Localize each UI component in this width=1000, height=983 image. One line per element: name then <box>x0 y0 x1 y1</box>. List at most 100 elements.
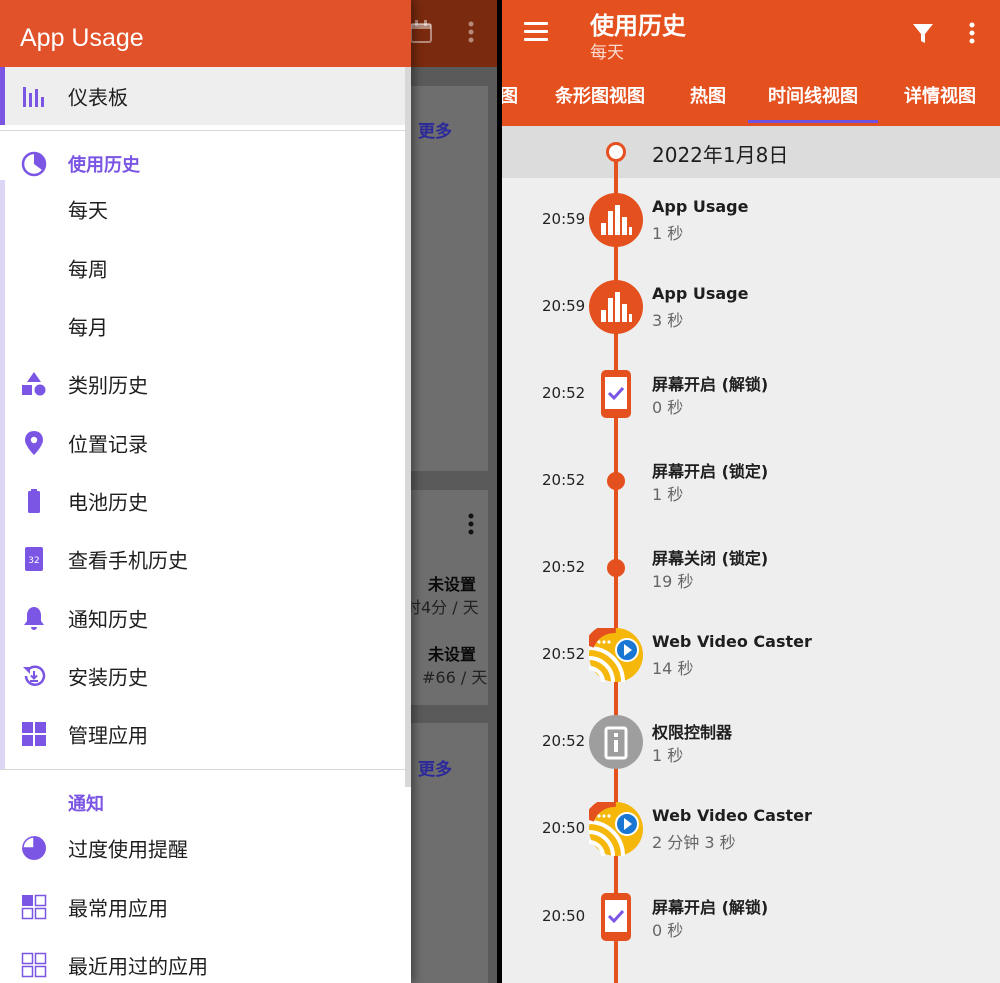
grid-mixed-icon <box>21 894 47 920</box>
navigation-drawer: App Usage 仪表板 使用历史 每天 每周 每月 类别历史 位置记录 电池… <box>0 0 411 983</box>
pie-clock-icon <box>21 151 47 177</box>
entry-duration: 2 分钟 3 秒 <box>652 833 736 852</box>
page-title: 使用历史 <box>590 12 686 40</box>
entry-duration: 14 秒 <box>652 659 694 678</box>
timeline-entry[interactable]: 20:52 Web Video Caster 14 秒 <box>502 615 1000 695</box>
app-bar: 使用历史 每天 图 条形图视图 热图 时间线视图 详情视图 <box>502 0 1000 126</box>
timeline-entry[interactable]: 20:50 Web Video Caster 2 分钟 3 秒 <box>502 789 1000 869</box>
location-pin-icon <box>25 431 43 455</box>
entry-duration: 3 秒 <box>652 311 684 330</box>
shapes-icon <box>22 372 46 396</box>
entry-name: 权限控制器 <box>652 723 733 742</box>
more-vert-icon <box>467 20 475 50</box>
app-usage-icon <box>589 280 643 334</box>
page-subtitle: 每天 <box>590 43 624 63</box>
history-install-icon <box>23 665 46 686</box>
timeline-dot <box>607 472 625 490</box>
more-vert-icon <box>467 513 475 539</box>
background-detail: #66 / 天 <box>422 668 488 687</box>
drawer-title: App Usage <box>20 24 144 52</box>
left-pane: 更多 未设置 时4分 / 天 未设置 #66 / 天 更多 App Usage … <box>0 0 497 983</box>
phone-check-icon <box>601 370 631 418</box>
drawer-item-label: 使用历史 <box>68 155 140 176</box>
entry-duration: 19 秒 <box>652 572 694 591</box>
section-header-label: 通知 <box>68 794 104 815</box>
background-card <box>411 86 488 471</box>
drawer-header: App Usage <box>0 0 411 67</box>
drawer-item-weekly[interactable]: 每周 <box>0 240 405 296</box>
entry-time: 20:52 <box>542 558 586 576</box>
drawer-item-label: 每周 <box>68 257 108 282</box>
view-tabs: 图 条形图视图 热图 时间线视图 详情视图 <box>502 78 1000 126</box>
drawer-item-install-history[interactable]: 安装历史 <box>0 648 405 704</box>
entry-name: Web Video Caster <box>652 632 812 651</box>
entry-time: 20:52 <box>542 732 586 750</box>
timeline-entry[interactable]: 20:59 App Usage 1 秒 <box>502 180 1000 260</box>
calendar-icon <box>410 20 432 50</box>
entry-duration: 0 秒 <box>652 921 684 940</box>
entry-name: 屏幕关闭 (锁定) <box>652 549 769 568</box>
entry-duration: 1 秒 <box>652 224 684 243</box>
tab-bar-chart-view[interactable]: 条形图视图 <box>555 78 645 126</box>
timeline-entry[interactable]: 20:52 屏幕开启 (锁定) 1 秒 <box>502 441 1000 521</box>
divider <box>0 769 405 770</box>
drawer-item-category-history[interactable]: 类别历史 <box>0 356 405 412</box>
entry-name: 屏幕开启 (锁定) <box>652 462 769 481</box>
battery-icon <box>28 489 40 513</box>
drawer-item-battery-history[interactable]: 电池历史 <box>0 473 405 529</box>
drawer-item-dashboard[interactable]: 仪表板 <box>0 67 405 125</box>
tab-timeline-view[interactable]: 时间线视图 <box>748 78 878 126</box>
entry-time: 20:59 <box>542 297 586 315</box>
drawer-item-label: 管理应用 <box>68 723 148 748</box>
entry-duration: 1 秒 <box>652 746 684 765</box>
drawer-item-monthly[interactable]: 每月 <box>0 298 405 354</box>
drawer-item-manage-apps[interactable]: 管理应用 <box>0 706 405 762</box>
entry-name: 屏幕开启 (解锁) <box>652 375 769 394</box>
background-value: 未设置 <box>428 645 477 664</box>
bar-chart-icon <box>23 87 44 107</box>
timeline-dot <box>607 559 625 577</box>
timeline-entry[interactable]: 20:52 屏幕开启 (解锁) 0 秒 <box>502 354 1000 434</box>
timeline-entry[interactable]: 20:59 App Usage 3 秒 <box>502 267 1000 347</box>
tab-detail-view[interactable]: 详情视图 <box>904 78 976 126</box>
menu-icon[interactable] <box>524 22 548 42</box>
drawer-item-label: 查看手机历史 <box>68 548 188 573</box>
drawer-item-recent-apps[interactable]: 最近用过的应用 <box>0 937 405 983</box>
permission-icon <box>589 715 643 769</box>
drawer-item-label: 类别历史 <box>68 373 148 398</box>
entry-duration: 1 秒 <box>652 485 684 504</box>
date-header: 2022年1月8日 <box>502 126 1000 178</box>
tab-heatmap[interactable]: 热图 <box>690 78 726 126</box>
more-vert-icon[interactable] <box>968 21 976 45</box>
drawer-item-notification-history[interactable]: 通知历史 <box>0 590 405 646</box>
filter-icon[interactable] <box>911 21 935 45</box>
right-pane: 使用历史 每天 图 条形图视图 热图 时间线视图 详情视图 2022年1月8日 … <box>502 0 1000 983</box>
calendar-32-icon: 32 <box>25 547 43 571</box>
entry-duration: 0 秒 <box>652 398 684 417</box>
timeline-entry[interactable]: 20:50 屏幕开启 (解锁) 0 秒 <box>502 877 1000 957</box>
drawer-item-label: 每月 <box>68 315 108 340</box>
drawer-item-phone-history[interactable]: 32 查看手机历史 <box>0 531 405 587</box>
timeline-entry[interactable]: 20:52 权限控制器 1 秒 <box>502 702 1000 782</box>
entry-time: 20:59 <box>542 210 586 228</box>
timeline-entry[interactable]: 20:52 屏幕关闭 (锁定) 19 秒 <box>502 528 1000 608</box>
drawer-item-label: 最常用应用 <box>68 896 168 921</box>
entry-time: 20:50 <box>542 819 586 837</box>
drawer-item-location-history[interactable]: 位置记录 <box>0 415 405 471</box>
grid-icon <box>22 722 46 746</box>
drawer-item-overuse-alert[interactable]: 过度使用提醒 <box>0 820 405 876</box>
drawer-scrollbar[interactable] <box>405 67 411 787</box>
drawer-item-label: 最近用过的应用 <box>68 954 208 979</box>
drawer-item-label: 电池历史 <box>68 490 148 515</box>
bell-icon <box>24 607 44 630</box>
timeline-date: 2022年1月8日 <box>652 143 789 167</box>
tab-chart[interactable]: 图 <box>502 78 518 126</box>
more-link: 更多 <box>418 122 452 142</box>
entry-name: Web Video Caster <box>652 806 812 825</box>
drawer-item-label: 过度使用提醒 <box>68 837 188 862</box>
drawer-item-daily[interactable]: 每天 <box>0 181 405 237</box>
drawer-item-label: 通知历史 <box>68 607 148 632</box>
drawer-item-most-used-apps[interactable]: 最常用应用 <box>0 879 405 935</box>
entry-time: 20:52 <box>542 384 586 402</box>
drawer-item-label: 仪表板 <box>68 85 128 110</box>
